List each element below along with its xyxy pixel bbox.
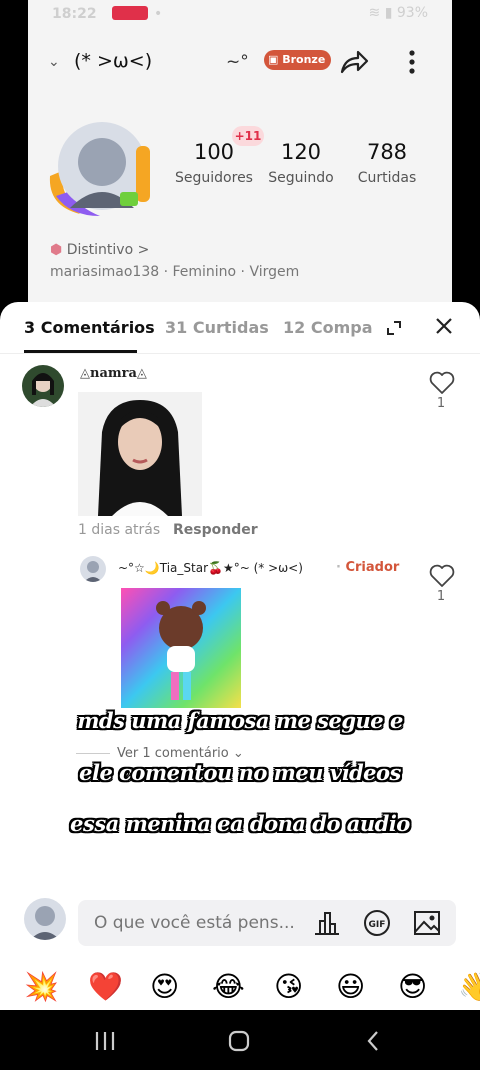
followers-label: Seguidores: [175, 170, 253, 186]
emoji-button[interactable]: 😍: [150, 970, 179, 1004]
comment-input[interactable]: [94, 913, 294, 933]
emoji-button[interactable]: 👋: [458, 970, 480, 1004]
system-nav-bar: [0, 1010, 480, 1070]
comment-composer: GIF: [78, 900, 456, 946]
reply-sticker[interactable]: [121, 588, 241, 708]
likes-stat[interactable]: 788 Curtidas: [352, 140, 422, 186]
tab-comments[interactable]: 3 Comentários: [24, 318, 155, 337]
see-replies-label: Ver 1 comentário: [117, 746, 229, 761]
following-count: 120: [280, 140, 322, 164]
heart-icon[interactable]: [429, 371, 455, 395]
profile-name: (* >ω<): [74, 50, 153, 72]
reply-avatar[interactable]: [80, 556, 106, 582]
emoji-button[interactable]: 😎: [398, 970, 427, 1004]
reply-author[interactable]: ~°☆🌙Tia_Star🍒★°~ (* >ω<): [118, 561, 303, 575]
emoji-button[interactable]: 😘: [274, 970, 303, 1004]
caption-line: essa menina ea dona do audio: [70, 811, 410, 836]
author-deco-icon: ◬: [80, 366, 90, 381]
svg-text:GIF: GIF: [369, 920, 386, 930]
chevron-down-icon: ⌄: [232, 746, 244, 761]
emoji-button[interactable]: 😂: [212, 970, 245, 1004]
wifi-icon: ≋ ▮: [368, 5, 393, 21]
close-icon[interactable]: [434, 316, 454, 336]
creator-label: Criador: [345, 560, 400, 575]
like-count: 1: [436, 589, 446, 604]
see-replies-link[interactable]: Ver 1 comentário ⌄: [117, 746, 244, 761]
distintivo-link[interactable]: ⬢ Distintivo >: [50, 242, 149, 258]
profile-header: ⌄ (* >ω<) ~° ▣ Bronze: [28, 42, 452, 82]
emoji-button[interactable]: 😃: [336, 970, 365, 1004]
status-time: 18:22: [52, 6, 97, 22]
emoji-button[interactable]: 💥: [24, 970, 59, 1004]
caption-line: ele comentou no meu vídeos: [79, 760, 401, 785]
expand-icon[interactable]: [384, 318, 404, 338]
status-right: ≋ ▮ 93%: [369, 5, 428, 21]
badge-icon: ▣: [268, 53, 283, 66]
like-count: 1: [436, 396, 446, 411]
badge-label: Bronze: [282, 53, 326, 66]
emoji-button[interactable]: ❤️: [88, 970, 123, 1004]
bronze-badge: ▣ Bronze: [264, 50, 332, 70]
home-icon[interactable]: [225, 1028, 253, 1054]
followers-stat[interactable]: 100 Seguidores: [172, 140, 256, 186]
tab-underline: [24, 350, 137, 353]
reply-divider: [76, 753, 110, 754]
image-icon[interactable]: [412, 909, 442, 937]
share-icon[interactable]: [338, 46, 370, 78]
comment-author[interactable]: ◬namra◬: [80, 366, 147, 381]
poll-icon[interactable]: [312, 909, 342, 937]
emoji-row: 💥 ❤️ 😍 😂 😘 😃 😎 👋: [0, 966, 480, 1010]
profile-avatar[interactable]: [40, 116, 158, 220]
tab-likes[interactable]: 31 Curtidas: [165, 318, 269, 337]
recent-apps-icon[interactable]: [91, 1028, 119, 1054]
likes-label: Curtidas: [357, 170, 417, 186]
distintivo-icon: ⬢: [50, 242, 67, 258]
back-icon[interactable]: ⌄: [48, 54, 60, 70]
reply-button[interactable]: Responder: [173, 522, 258, 538]
status-bar: 18:22 • ≋ ▮ 93%: [0, 0, 480, 28]
dot-icon: •: [154, 6, 163, 22]
notification-icon: [112, 6, 148, 20]
profile-meta: mariasimao138 · Feminino · Virgem: [50, 264, 300, 280]
caption-line: mds uma famosa me segue e: [77, 708, 403, 733]
comment-author-name: namra: [90, 366, 137, 381]
gif-icon[interactable]: GIF: [362, 909, 392, 937]
following-stat[interactable]: 120 Seguindo: [264, 140, 338, 186]
back-nav-icon[interactable]: [360, 1028, 388, 1054]
tab-bar: 3 Comentários 31 Curtidas 12 Compa: [0, 302, 480, 354]
heart-icon[interactable]: [429, 564, 455, 588]
author-deco-icon: ◬: [136, 366, 147, 381]
comment-photo[interactable]: [78, 392, 202, 516]
followers-count: 100: [193, 140, 235, 164]
rank-decoration: ~°: [226, 52, 249, 72]
comment-avatar[interactable]: [22, 365, 64, 407]
distintivo-label: Distintivo >: [66, 242, 150, 258]
creator-tag: · Criador: [336, 560, 399, 575]
comment-time: 1 dias atrás: [78, 522, 161, 538]
battery-label: 93%: [396, 5, 428, 21]
more-options-icon[interactable]: [400, 46, 424, 78]
tab-shares[interactable]: 12 Compa: [283, 318, 373, 337]
following-label: Seguindo: [268, 170, 334, 186]
composer-avatar: [24, 898, 66, 940]
likes-count: 788: [366, 140, 408, 164]
